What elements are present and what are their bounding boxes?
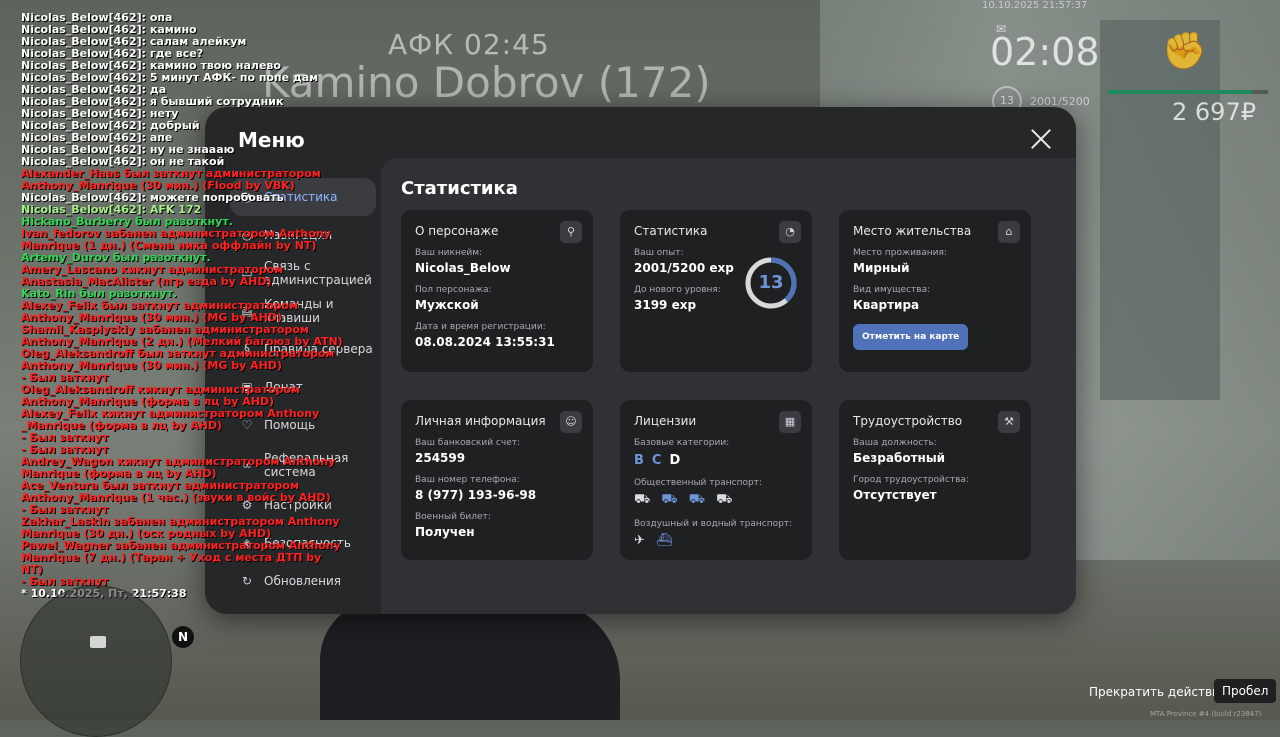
mark-on-map-button[interactable]: Отметить на карте bbox=[853, 324, 969, 350]
bank-label: Ваш банковский счет: bbox=[415, 438, 521, 448]
card-personal-info: Личная информация ☺ Ваш банковский счет:… bbox=[401, 400, 593, 560]
license-icon: ▦ bbox=[779, 411, 801, 433]
phone-label: Ваш номер телефона: bbox=[415, 475, 520, 485]
military-value: Получен bbox=[415, 525, 475, 539]
card-residence: Место жительства ⌂ Место проживания: Мир… bbox=[839, 210, 1031, 372]
page-title: Статистика bbox=[401, 178, 518, 199]
bus-icon: ⛟ bbox=[634, 492, 651, 507]
property-value: Квартира bbox=[853, 298, 920, 312]
plane-icon: ✈ bbox=[634, 533, 645, 548]
smile-icon: ☺ bbox=[560, 411, 582, 433]
taxi-icon: ⛟ bbox=[716, 492, 733, 507]
stop-action-label: Прекратить действие bbox=[1089, 685, 1228, 699]
phone-value: 8 (977) 193-96-98 bbox=[415, 488, 537, 502]
afk-timer: АФК 02:45 bbox=[388, 28, 550, 61]
card-title: Статистика bbox=[634, 224, 708, 238]
hud-date: 10.10.2025 21:57:37 bbox=[982, 0, 1088, 11]
hud-health-bar bbox=[1108, 90, 1268, 94]
space-key-button[interactable]: Пробел bbox=[1214, 679, 1277, 703]
air-water-transport-icons: ✈ ⛴ bbox=[634, 533, 798, 548]
card-licenses: Лицензии ▦ Базовые категории: B C D Обще… bbox=[620, 400, 812, 560]
level-number: 13 bbox=[758, 272, 784, 293]
user-icon: ⚲ bbox=[560, 221, 582, 243]
reg-label: Дата и время регистрации: bbox=[415, 322, 546, 332]
minimap-player-icon bbox=[90, 636, 106, 648]
gender-label: Пол персонажа: bbox=[415, 285, 492, 295]
card-title: Место жительства bbox=[853, 224, 972, 238]
bank-value: 254599 bbox=[415, 451, 466, 465]
chat-log: Nicolas_Below[462]: опа Nicolas_Below[462… bbox=[21, 12, 381, 600]
license-category-b: B bbox=[634, 453, 644, 468]
tools-icon: ⚒ bbox=[998, 411, 1020, 433]
tram-icon: ⛟ bbox=[688, 492, 706, 507]
nick-value: Nicolas_Below bbox=[415, 261, 511, 275]
north-icon: N bbox=[172, 626, 194, 648]
player-character bbox=[320, 600, 620, 720]
hud-money: 2 697₽ bbox=[1172, 98, 1256, 126]
card-statistics: Статистика ◔ Ваш опыт: 2001/5200 exp До … bbox=[620, 210, 812, 372]
license-categories: B C D bbox=[634, 453, 798, 468]
license-category-c: C bbox=[651, 453, 662, 468]
background-door bbox=[1100, 20, 1220, 400]
close-button[interactable] bbox=[1030, 128, 1052, 150]
card-title: Личная информация bbox=[415, 414, 546, 428]
trolleybus-icon: ⛟ bbox=[661, 492, 678, 507]
server-watermark: MTA Province #4 (build r23847) bbox=[1150, 710, 1262, 718]
property-label: Вид имущества: bbox=[853, 285, 931, 295]
card-title: О персонаже bbox=[415, 224, 499, 238]
house-icon: ⌂ bbox=[998, 221, 1020, 243]
hud-time: 02:08 bbox=[990, 30, 1100, 74]
chat-line: Manrique (7 дн.) (Таран + Уход с места Д… bbox=[21, 551, 322, 564]
card-character: О персонаже ⚲ Ваш никнейм: Nicolas_Below… bbox=[401, 210, 593, 372]
city-value: Отсутствует bbox=[853, 488, 937, 502]
fist-icon: ✊ bbox=[1162, 31, 1207, 72]
public-transport-label: Общественный транспорт: bbox=[634, 478, 762, 488]
position-label: Ваша должность: bbox=[853, 438, 937, 448]
place-value: Мирный bbox=[853, 261, 910, 275]
nick-label: Ваш никнейм: bbox=[415, 248, 483, 258]
air-water-transport-label: Воздушный и водный транспорт: bbox=[634, 519, 793, 529]
position-value: Безработный bbox=[853, 451, 946, 465]
card-title: Трудоустройство bbox=[853, 414, 963, 428]
card-title: Лицензии bbox=[634, 414, 697, 428]
military-label: Военный билет: bbox=[415, 512, 491, 522]
base-categories-label: Базовые категории: bbox=[634, 438, 730, 448]
pie-chart-icon: ◔ bbox=[779, 221, 801, 243]
minimap bbox=[20, 585, 172, 737]
gender-value: Мужской bbox=[415, 298, 479, 312]
boat-icon: ⛴ bbox=[655, 533, 673, 548]
city-label: Город трудоустройства: bbox=[853, 475, 969, 485]
place-label: Место проживания: bbox=[853, 248, 947, 258]
card-employment: Трудоустройство ⚒ Ваша должность: Безраб… bbox=[839, 400, 1031, 560]
reg-value: 08.08.2024 13:55:31 bbox=[415, 335, 555, 349]
license-category-d: D bbox=[669, 453, 681, 468]
public-transport-icons: ⛟ ⛟ ⛟ ⛟ bbox=[634, 492, 798, 509]
